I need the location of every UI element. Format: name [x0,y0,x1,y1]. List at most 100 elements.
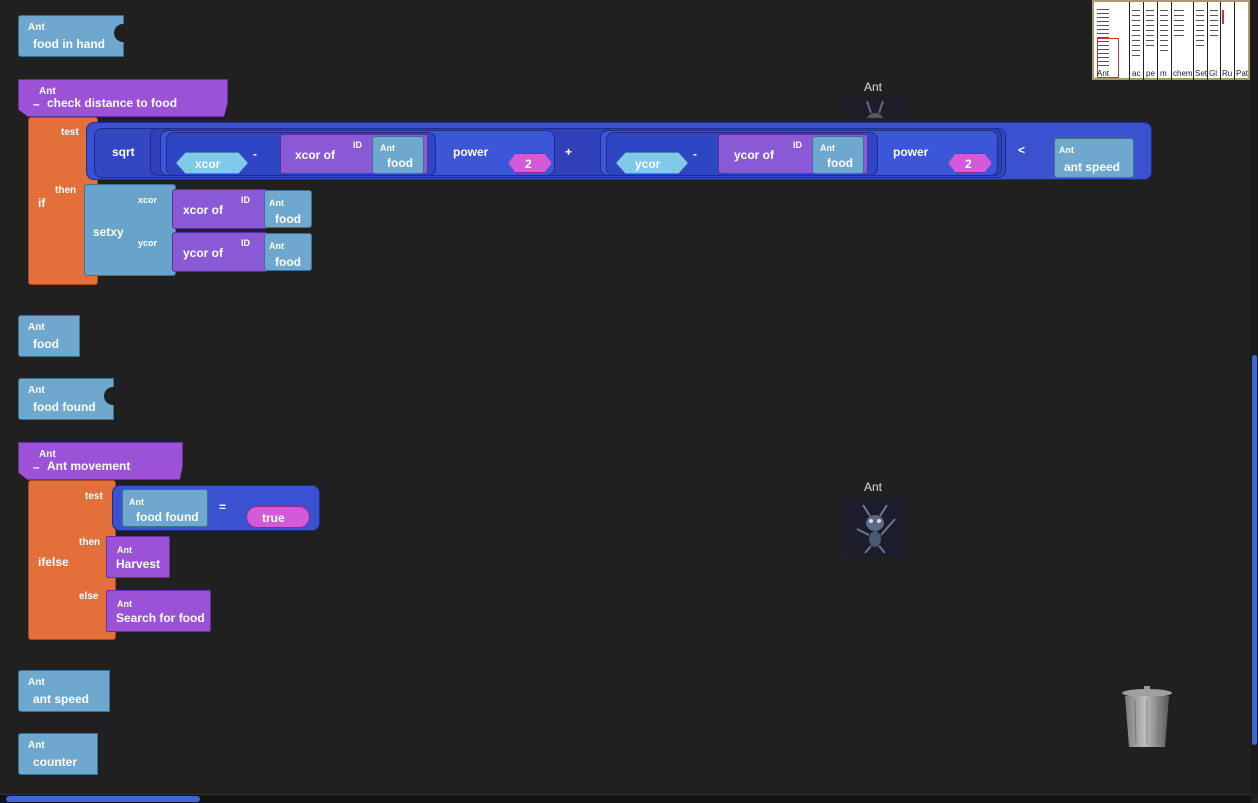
number-block-2[interactable]: 2 [948,153,992,173]
then-label: then [55,185,77,196]
number-value: 2 [525,157,532,171]
vertical-scrollbar-track[interactable] [1251,0,1258,794]
ant-prefix: Ant [129,497,144,507]
var-block-counter[interactable]: Ant counter [18,733,98,775]
minus-label: - [693,147,697,161]
id-label: ID [241,238,250,248]
procedure-check-distance-header[interactable]: Ant – check distance to food [18,79,228,117]
true-value-block[interactable]: true [246,506,310,528]
food-reporter-y[interactable]: Ant food [812,136,864,174]
agent-label-top: Ant [864,80,883,94]
collapse-icon[interactable]: – [33,460,40,474]
block-label: food found [33,400,96,414]
food-found-text: food found [136,510,199,524]
block-label: food [33,337,59,351]
block-prefix: Ant [28,322,45,333]
food-label: food [275,255,301,269]
vertical-scrollbar-thumb[interactable] [1252,355,1257,745]
true-label: true [262,511,285,525]
var-block-food-in-hand[interactable]: Ant food in hand [18,15,124,57]
number-block-2[interactable]: 2 [508,153,552,173]
then-label: then [79,537,101,548]
xcor-label: xcor [195,157,221,171]
horizontal-scrollbar-thumb[interactable] [6,796,200,802]
food-reporter[interactable]: Ant food [264,190,312,228]
ant-prefix: Ant [820,143,835,153]
ycor-of-label: ycor of [734,148,775,162]
collapse-icon[interactable]: – [33,97,40,111]
minus-label: - [253,147,257,161]
ycor-of-block[interactable]: ycor of ID [172,232,268,272]
setxy-label: setxy [93,225,124,239]
block-prefix: Ant [28,385,45,396]
ycor-label: ycor [635,157,661,171]
call-search-for-food-block[interactable]: Ant Search for food [106,590,211,632]
ifelse-label: ifelse [38,555,69,569]
sqrt-label: sqrt [112,145,135,159]
search-label: Search for food [116,611,205,625]
xcor-of-label: xcor of [295,148,336,162]
ant-agent-icon[interactable] [845,97,905,118]
ant-icon [856,504,896,554]
trash-can-icon [1122,686,1172,747]
setxy-block[interactable]: setxy xcor ycor [84,184,176,276]
var-block-food[interactable]: Ant food [18,315,80,357]
harvest-label: Harvest [116,557,161,571]
xcor-of-label: xcor of [183,203,224,217]
call-harvest-block[interactable]: Ant Harvest [106,536,170,578]
minimap-columns [1094,2,1248,80]
trash-icon[interactable] [1120,684,1174,750]
ant-prefix: Ant [117,599,132,609]
power-label: power [453,145,489,159]
var-block-food-found[interactable]: Ant food found [18,378,114,420]
procedure-name: Ant movement [47,459,131,473]
id-label: ID [793,140,802,150]
agent-label-bottom: Ant [864,480,883,494]
ant-agent-icon[interactable] [845,497,905,557]
ant-prefix: Ant [380,143,395,153]
ant-prefix: Ant [269,198,284,208]
if-label: if [38,196,46,210]
test-label: test [61,127,79,138]
block-notch [114,24,124,42]
ant-icon [866,100,884,118]
setxy-ycor-label: ycor [138,238,158,248]
minimap[interactable]: Ant ac pe m chem Set Gl Ru Pat [1092,0,1250,80]
xcor-reporter[interactable]: xcor [176,152,248,174]
block-notch [104,387,114,405]
food-label: food [275,212,301,226]
less-than-label: < [1018,143,1026,157]
ycor-of-label: ycor of [183,246,224,260]
plus-label: + [565,145,573,159]
procedure-name: check distance to food [47,96,178,110]
ant-prefix: Ant [117,545,132,555]
block-prefix: Ant [28,740,45,751]
id-label: ID [353,140,362,150]
block-label: food in hand [33,37,105,51]
test-label: test [85,491,103,502]
ifelse-block[interactable]: ifelse test then else [28,480,116,640]
xcor-of-block[interactable]: xcor of ID [172,189,268,229]
setxy-xcor-label: xcor [138,195,158,205]
food-reporter-x[interactable]: Ant food [372,136,424,174]
id-label: ID [241,195,250,205]
number-value: 2 [965,157,972,171]
power-label: power [893,145,929,159]
equals-label: = [219,500,227,514]
ant-prefix: Ant [1059,145,1074,155]
ycor-reporter[interactable]: ycor [616,152,688,174]
food-label: food [827,156,853,170]
food-reporter[interactable]: Ant food [264,233,312,271]
else-label: else [79,591,99,602]
ant-prefix: Ant [269,241,284,251]
block-label: counter [33,755,78,769]
block-prefix: Ant [28,677,45,688]
block-prefix: Ant [28,22,45,33]
var-block-ant-speed[interactable]: Ant ant speed [18,670,110,712]
procedure-ant-movement-header[interactable]: Ant – Ant movement [18,442,183,480]
horizontal-scrollbar-track[interactable] [0,794,1251,803]
block-label: ant speed [33,692,90,706]
food-label: food [387,156,413,170]
ant-speed-reporter[interactable]: Ant ant speed [1054,138,1134,178]
ant-speed-label: ant speed [1064,160,1121,174]
